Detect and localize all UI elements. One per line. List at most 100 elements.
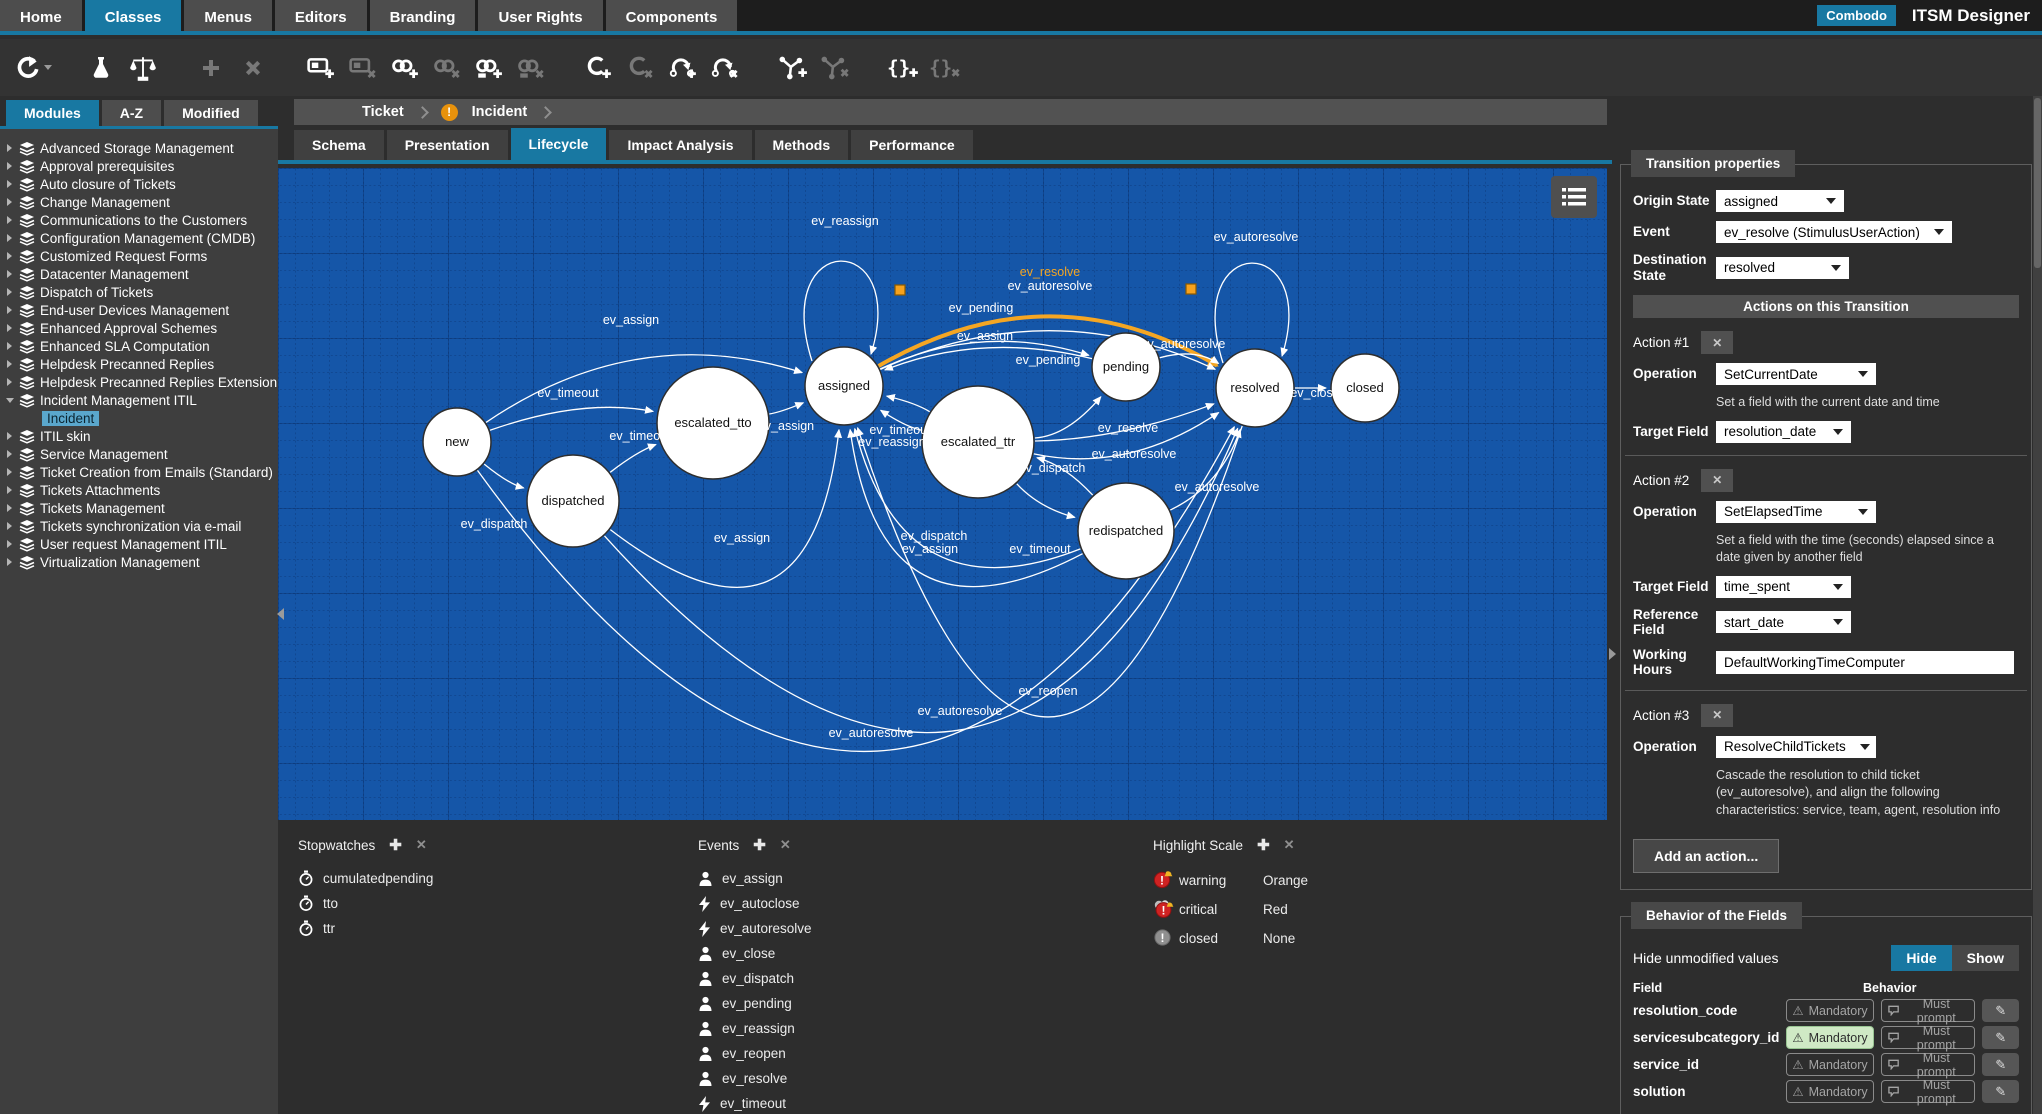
add-relation-icon[interactable] <box>772 45 814 91</box>
sidebar-item-tickets-attachments[interactable]: Tickets Attachments <box>6 481 278 499</box>
add-action-button[interactable]: Add an action... <box>1633 839 1780 874</box>
collapsed-arrow-icon[interactable] <box>6 234 14 242</box>
highlight-row-closed[interactable]: ! closed None <box>1153 924 1583 953</box>
collapsed-arrow-icon[interactable] <box>6 180 14 188</box>
highlight-row-warning[interactable]: ! warning Orange <box>1153 866 1583 895</box>
collapsed-arrow-icon[interactable] <box>6 432 14 440</box>
collapsed-arrow-icon[interactable] <box>6 270 14 278</box>
delete-lifecycle-icon[interactable] <box>704 45 746 91</box>
sidebar-item-advanced-storage-management[interactable]: Advanced Storage Management <box>6 139 278 157</box>
lifecycle-canvas[interactable]: new dispatched escalated_tto assigned es… <box>278 168 1607 820</box>
menu-tab-menus[interactable]: Menus <box>184 0 272 31</box>
sidebar-item-user-request-management-itil[interactable]: User request Management ITIL <box>6 535 278 553</box>
collapsed-arrow-icon[interactable] <box>6 198 14 206</box>
operation-select[interactable]: SetElapsedTime <box>1716 500 1876 523</box>
mandatory-button[interactable]: ⚠ Mandatory <box>1786 1080 1874 1104</box>
edit-pencil-button[interactable]: ✎ <box>1982 999 2019 1023</box>
sidebar-item-helpdesk-precanned-replies[interactable]: Helpdesk Precanned Replies <box>6 355 278 373</box>
operation-select[interactable]: ResolveChildTickets <box>1716 735 1876 758</box>
collapsed-arrow-icon[interactable] <box>6 450 14 458</box>
tab-lifecycle[interactable]: Lifecycle <box>510 128 607 160</box>
menu-tab-components[interactable]: Components <box>605 0 738 31</box>
sidebar-item-auto-closure-of-tickets[interactable]: Auto closure of Tickets <box>6 175 278 193</box>
working-hours-input[interactable]: DefaultWorkingTimeComputer <box>1716 650 2014 674</box>
add-linkset-icon[interactable] <box>468 45 510 91</box>
sidebar-item-dispatch-of-tickets[interactable]: Dispatch of Tickets <box>6 283 278 301</box>
add-brace-icon[interactable]: {} <box>882 45 924 91</box>
collapsed-arrow-icon[interactable] <box>6 144 14 152</box>
tab-schema[interactable]: Schema <box>294 130 384 160</box>
destination-state-select[interactable]: resolved <box>1716 256 1849 279</box>
sidebar-item-itil-skin[interactable]: ITIL skin <box>6 427 278 445</box>
must-prompt-button[interactable]: Must prompt <box>1881 997 1976 1025</box>
sidebar-item-enhanced-approval-schemes[interactable]: Enhanced Approval Schemes <box>6 319 278 337</box>
sidebar-item-end-user-devices-management[interactable]: End-user Devices Management <box>6 301 278 319</box>
remove-action-button[interactable]: ✕ <box>1701 703 1734 727</box>
event-item-ev_reassign[interactable]: ev_reassign <box>698 1016 1153 1041</box>
sidebar-item-datacenter-management[interactable]: Datacenter Management <box>6 265 278 283</box>
tab-impact-analysis[interactable]: Impact Analysis <box>609 130 752 160</box>
sidebar-item-ticket-creation-from-emails-standard-[interactable]: Ticket Creation from Emails (Standard) <box>6 463 278 481</box>
event-item-ev_resolve[interactable]: ev_resolve <box>698 1066 1153 1091</box>
collapsed-arrow-icon[interactable] <box>6 378 14 386</box>
add-stopwatch-icon[interactable]: ✚ <box>389 836 402 854</box>
sidebar-item-tickets-synchronization-via-e-mail[interactable]: Tickets synchronization via e-mail <box>6 517 278 535</box>
must-prompt-button[interactable]: Must prompt <box>1881 1024 1976 1052</box>
collapsed-arrow-icon[interactable] <box>6 522 14 530</box>
event-item-ev_dispatch[interactable]: ev_dispatch <box>698 966 1153 991</box>
sidebar-item-change-management[interactable]: Change Management <box>6 193 278 211</box>
target-field-select[interactable]: resolution_date <box>1716 420 1851 443</box>
sidebar-item-approval-prerequisites[interactable]: Approval prerequisites <box>6 157 278 175</box>
add-highlight-icon[interactable]: ✚ <box>1257 836 1270 854</box>
mandatory-button[interactable]: ⚠ Mandatory <box>1786 1026 1874 1050</box>
collapsed-arrow-icon[interactable] <box>6 558 14 566</box>
compare-scales-icon[interactable] <box>122 45 164 91</box>
sidebar-item-communications-to-the-customers[interactable]: Communications to the Customers <box>6 211 278 229</box>
collapsed-arrow-icon[interactable] <box>6 360 14 368</box>
sidebar-item-helpdesk-precanned-replies-extension[interactable]: Helpdesk Precanned Replies Extension <box>6 373 278 391</box>
hide-button[interactable]: Hide <box>1891 945 1952 972</box>
collapsed-arrow-icon[interactable] <box>6 306 14 314</box>
sidebar-item-incident-management-itil[interactable]: Incident Management ITIL <box>6 391 278 409</box>
must-prompt-button[interactable]: Must prompt <box>1881 1051 1976 1079</box>
collapsed-arrow-icon[interactable] <box>6 504 14 512</box>
breadcrumb-item-incident[interactable]: Incident <box>472 104 528 120</box>
highlight-row-critical[interactable]: ! critical Red <box>1153 895 1583 924</box>
edit-pencil-button[interactable]: ✎ <box>1982 1080 2019 1104</box>
undo-icon[interactable] <box>12 45 54 91</box>
collapse-panel-handle[interactable] <box>1609 648 1616 660</box>
test-flask-icon[interactable] <box>80 45 122 91</box>
add-lifecycle-icon[interactable] <box>662 45 704 91</box>
collapsed-arrow-icon[interactable] <box>6 486 14 494</box>
scrollbar[interactable] <box>2033 96 2042 1114</box>
sidebar-item-incident[interactable]: Incident <box>6 409 278 427</box>
sidebar-tab-modified[interactable]: Modified <box>164 100 258 126</box>
collapsed-arrow-icon[interactable] <box>6 468 14 476</box>
sidebar-item-service-management[interactable]: Service Management <box>6 445 278 463</box>
tab-methods[interactable]: Methods <box>754 130 849 160</box>
tab-performance[interactable]: Performance <box>851 130 973 160</box>
show-button[interactable]: Show <box>1951 945 2019 972</box>
expanded-arrow-icon[interactable] <box>6 396 14 404</box>
sidebar-item-customized-request-forms[interactable]: Customized Request Forms <box>6 247 278 265</box>
collapsed-arrow-icon[interactable] <box>6 252 14 260</box>
origin-state-select[interactable]: assigned <box>1716 190 1844 212</box>
event-item-ev_pending[interactable]: ev_pending <box>698 991 1153 1016</box>
menu-tab-classes[interactable]: Classes <box>84 0 182 31</box>
edit-pencil-button[interactable]: ✎ <box>1982 1026 2019 1050</box>
menu-tab-home[interactable]: Home <box>0 0 82 31</box>
add-stimulus-icon[interactable] <box>578 45 620 91</box>
operation-select[interactable]: SetCurrentDate <box>1716 363 1876 386</box>
edit-pencil-button[interactable]: ✎ <box>1982 1053 2019 1077</box>
collapsed-arrow-icon[interactable] <box>6 324 14 332</box>
stopwatch-item-tto[interactable]: tto <box>298 891 698 916</box>
event-item-ev_close[interactable]: ev_close <box>698 941 1153 966</box>
collapsed-arrow-icon[interactable] <box>6 342 14 350</box>
delete-event-icon[interactable]: ✕ <box>780 837 791 853</box>
mandatory-button[interactable]: ⚠ Mandatory <box>1786 999 1874 1023</box>
event-select[interactable]: ev_resolve (StimulusUserAction) <box>1716 221 1952 243</box>
event-item-ev_autoresolve[interactable]: ev_autoresolve <box>698 916 1153 941</box>
scrollbar-thumb[interactable] <box>2034 98 2041 268</box>
event-item-ev_assign[interactable]: ev_assign <box>698 866 1153 891</box>
reference-field-select[interactable]: start_date <box>1716 611 1851 634</box>
